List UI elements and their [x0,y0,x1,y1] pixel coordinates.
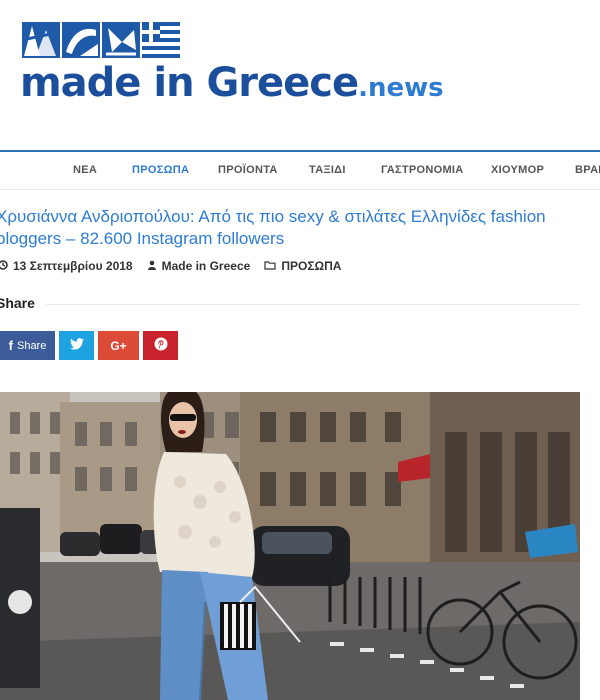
nav-item-proionta[interactable]: ΠΡΟΪΟΝΤΑ [218,164,278,176]
clock-icon [0,259,8,273]
meta-date: 13 Σεπτεμβρίου 2018 [0,259,133,273]
facebook-icon: f [8,338,13,353]
nav-item-nea[interactable]: ΝΕΑ [73,164,97,176]
nav-item-xioumor[interactable]: ΧΙΟΥΜΟΡ [491,164,544,176]
nav-item-prosopa[interactable]: ΠΡΟΣΩΠΑ [132,164,189,176]
author-text[interactable]: Made in Greece [162,259,251,273]
google-plus-label: G+ [110,338,127,353]
facebook-share-label: Share [16,339,47,352]
article-title[interactable]: Χρυσιάννα Ανδριοπούλου: Από τις πιο sexy… [0,206,586,250]
user-icon [147,260,157,273]
logo-icon[interactable] [22,22,180,58]
logo-tile-wave [62,22,100,58]
pinterest-icon [154,337,168,354]
twitter-share-button[interactable] [59,331,94,360]
google-plus-share-button[interactable]: G+ [98,331,139,360]
nav-item-vravia[interactable]: ΒΡΑΒ [575,164,600,176]
pinterest-share-button[interactable] [143,331,178,360]
logo-main: made in Greece [20,60,359,106]
logo-tile-flag [142,22,180,58]
main-nav: ΝΕΑ ΠΡΟΣΩΠΑ ΠΡΟΪΟΝΤΑ ΤΑΞΙΔΙ ΓΑΣΤΡΟΝΟΜΙΑ … [0,150,600,190]
nav-item-gastronomia[interactable]: ΓΑΣΤΡΟΝΟΜΙΑ [381,164,464,176]
date-text: 13 Σεπτεμβρίου 2018 [13,259,133,273]
share-heading: Share [0,295,35,311]
meta-category[interactable]: ΠΡΟΣΩΠΑ [264,259,341,273]
logo-suffix: .news [358,73,444,103]
meta-author[interactable]: Made in Greece [147,259,251,273]
folder-icon [264,260,276,273]
site-header: made in Greece.news [0,0,600,150]
article-meta: 13 Σεπτεμβρίου 2018 Made in Greece ΠΡΟΣΩ… [0,259,355,273]
article-photo[interactable] [0,392,580,700]
logo-tile-boat [102,22,140,58]
logo-tile-sails [22,22,60,58]
twitter-icon [69,338,84,353]
site-logo-text[interactable]: made in Greece.news [20,60,444,106]
nav-item-taxidi[interactable]: ΤΑΞΙΔΙ [309,164,346,176]
share-divider [46,304,580,305]
category-text[interactable]: ΠΡΟΣΩΠΑ [281,259,341,273]
facebook-share-button[interactable]: f Share [0,331,55,360]
